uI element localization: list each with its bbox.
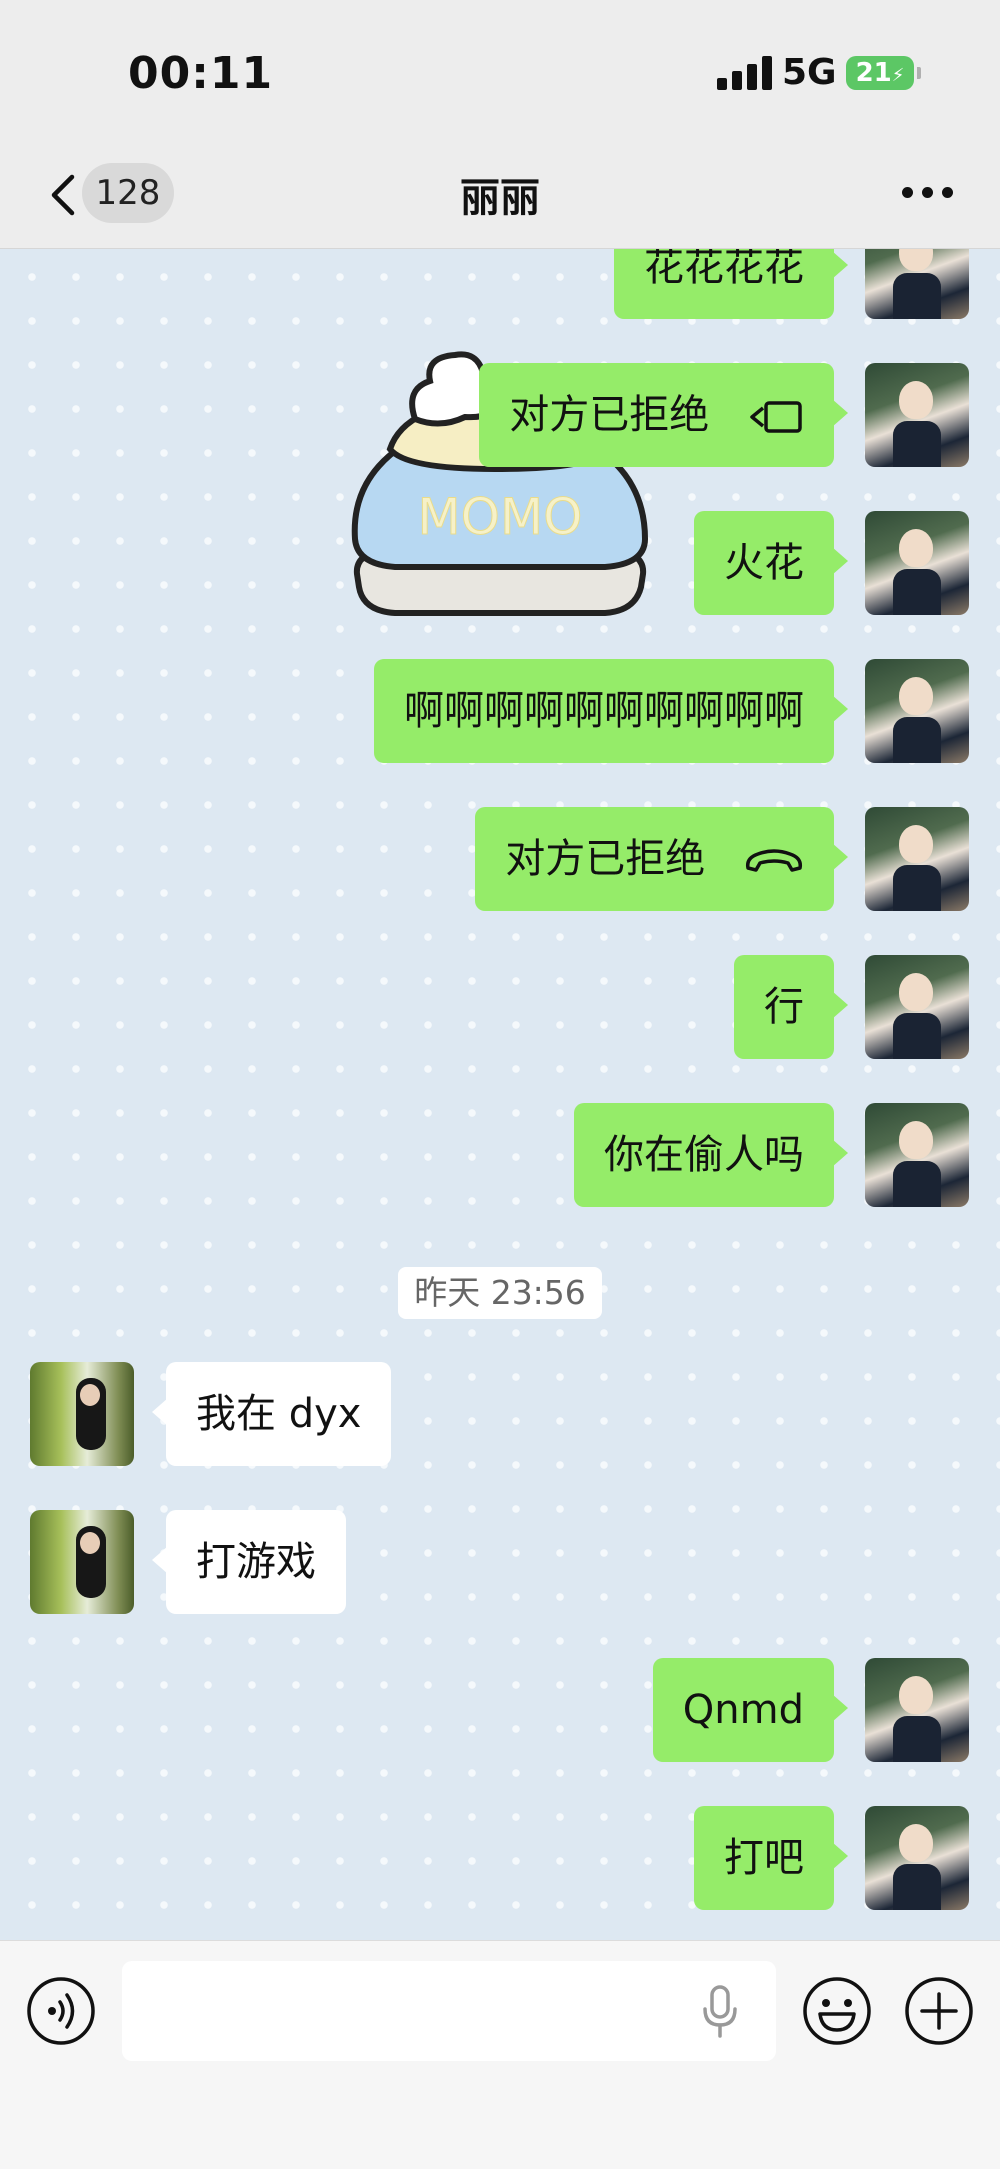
my-avatar[interactable] (865, 511, 969, 615)
message-bubble[interactable]: 你在偷人吗 (574, 1103, 848, 1207)
chat-title: 丽丽 (460, 175, 540, 221)
battery-icon: 21⚡ (846, 56, 921, 90)
battery-level: 21 (855, 58, 892, 88)
my-avatar[interactable] (865, 955, 969, 1059)
my-avatar[interactable] (865, 807, 969, 911)
nav-bar: 128 丽丽 (0, 145, 1000, 249)
message-text: 对方已拒绝 (505, 836, 706, 882)
sticker-text: MOMO (418, 488, 583, 546)
contact-avatar[interactable] (30, 1510, 134, 1614)
message-bubble[interactable]: 行 (734, 955, 848, 1059)
message-text: 打游戏 (196, 1539, 316, 1585)
phone-hangup-icon (745, 849, 803, 872)
plus-icon[interactable] (904, 1976, 974, 2046)
more-options-icon[interactable] (900, 187, 956, 201)
message-bubble[interactable]: Qnmd (652, 1658, 849, 1762)
my-avatar[interactable] (865, 659, 969, 763)
my-avatar[interactable] (865, 249, 969, 319)
signal-icon (717, 56, 773, 90)
message-text: 行 (764, 984, 804, 1030)
timestamp: 昨天 23:56 (398, 1267, 602, 1319)
message-bubble[interactable]: 打游戏 (152, 1510, 346, 1614)
status-time: 00:11 (128, 48, 274, 99)
message-text: 啊啊啊啊啊啊啊啊啊啊 (404, 688, 804, 734)
mic-icon[interactable] (700, 1985, 740, 2039)
message-bubble[interactable]: 对方已拒绝 (479, 363, 848, 467)
message-bubble[interactable]: 花花花花 (614, 249, 848, 319)
message-text: 你在偷人吗 (604, 1132, 804, 1178)
message-text: 花花花花 (644, 249, 804, 290)
message-bubble[interactable]: 我在 dyx (151, 1362, 392, 1466)
message-bubble[interactable]: 啊啊啊啊啊啊啊啊啊啊 (374, 659, 848, 763)
my-avatar[interactable] (865, 1806, 969, 1910)
my-avatar[interactable] (865, 1103, 969, 1207)
my-avatar[interactable] (865, 363, 969, 467)
contact-avatar[interactable] (30, 1362, 134, 1466)
chat-area[interactable]: MOMO 花花花花 对方已拒绝 火花 啊啊啊啊啊啊啊啊啊啊 对方已拒绝 行 你在… (0, 249, 1000, 1940)
message-text: 我在 dyx (196, 1391, 362, 1437)
message-text: 火花 (724, 540, 804, 586)
input-bar (0, 1940, 1000, 2169)
message-bubble[interactable]: 火花 (694, 511, 848, 615)
emoji-icon[interactable] (802, 1976, 872, 2046)
message-bubble[interactable]: 对方已拒绝 (475, 807, 848, 911)
my-avatar[interactable] (865, 1658, 969, 1762)
message-text: 打吧 (724, 1835, 804, 1881)
video-call-icon (750, 401, 802, 433)
voice-icon[interactable] (26, 1976, 96, 2046)
message-bubble[interactable]: 打吧 (694, 1806, 848, 1910)
message-text: Qnmd (682, 1687, 804, 1733)
network-label: 5G (782, 52, 837, 93)
message-text: 对方已拒绝 (509, 392, 710, 438)
status-bar: 00:11 5G 21⚡ (0, 0, 1000, 145)
message-input[interactable] (122, 1961, 776, 2061)
